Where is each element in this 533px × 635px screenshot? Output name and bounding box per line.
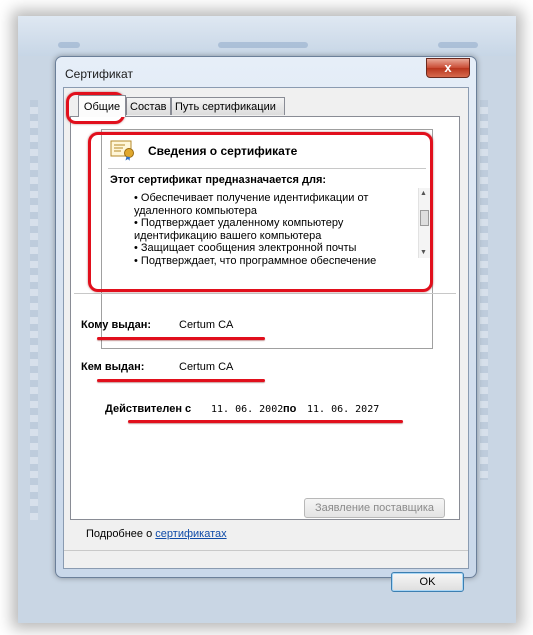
provider-statement-button[interactable]: Заявление поставщика (304, 498, 445, 518)
footer-separator (64, 550, 468, 551)
more-info-text: Подробнее о сертификатах (86, 528, 227, 540)
valid-to-value: 11. 06. 2027 (307, 404, 380, 415)
issued-to-value: Certum CA (179, 319, 234, 331)
tab-general[interactable]: Общие (78, 95, 126, 117)
background-right-edge (480, 100, 488, 480)
issued-by-label: Кем выдан: (81, 361, 145, 373)
valid-to-label: по (283, 403, 297, 415)
valid-from-value: 11. 06. 2002 (211, 404, 284, 415)
fields-separator (74, 293, 456, 294)
tab-certification-path[interactable]: Путь сертификации (171, 97, 285, 115)
valid-from-label: Действителен с (105, 403, 192, 415)
more-info-prefix: Подробнее о (86, 528, 156, 540)
background-left-edge (30, 100, 38, 520)
background-window-strip (18, 16, 516, 56)
close-button[interactable]: x (426, 58, 470, 78)
issued-to-label: Кому выдан: (81, 319, 152, 331)
annotation-ring-info-box (88, 132, 433, 292)
annotation-underline-issued-by (97, 379, 265, 382)
annotation-underline-validity (128, 420, 403, 423)
window-title: Сертификат (65, 67, 133, 81)
issued-by-value: Certum CA (179, 361, 234, 373)
tab-details[interactable]: Состав (126, 97, 171, 115)
annotation-underline-issued-to (97, 337, 265, 340)
ok-button[interactable]: OK (391, 572, 464, 592)
certificates-link[interactable]: сертификатах (155, 528, 226, 540)
